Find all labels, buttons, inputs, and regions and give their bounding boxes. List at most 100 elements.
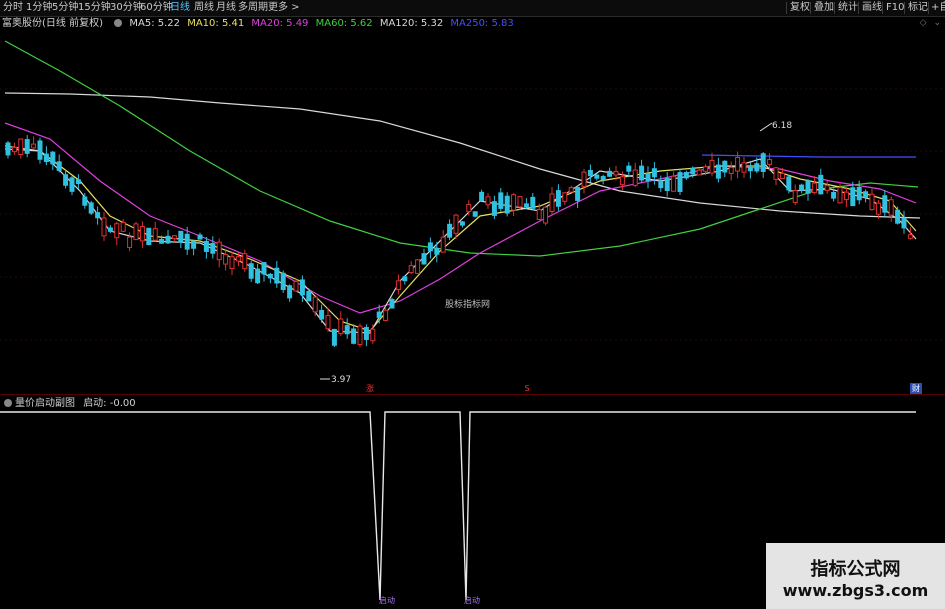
main-legend: 富奥股份(日线 前复权) MA5: 5.22 MA10: 5.41 MA20: … (0, 17, 518, 31)
candle-down (805, 180, 811, 194)
candle-down (69, 177, 75, 192)
collapse-icon[interactable]: ⌄ (933, 18, 941, 28)
candle-up (741, 162, 747, 173)
candle-down (587, 169, 593, 177)
candle-down (882, 195, 888, 213)
candle-down (43, 153, 49, 163)
diamond-icon[interactable]: ◇ (920, 18, 927, 28)
indicator-settings-icon[interactable] (4, 399, 12, 407)
candle-up (31, 143, 37, 149)
candle-up (811, 182, 817, 194)
candle-down (82, 196, 88, 206)
draw-line-button[interactable]: 画线 (862, 1, 882, 15)
tab-more[interactable]: 更多 > (268, 1, 300, 15)
period-toolbar: 分时 1分钟 5分钟 15分钟 30分钟 60分钟 日线 周线 月线 多周期 更… (0, 0, 945, 17)
candlestick-chart[interactable]: 6.18 3.97 (0, 31, 945, 394)
candle-down (267, 273, 273, 279)
candle-down (88, 202, 94, 214)
candle-down (363, 326, 369, 341)
candle-up (792, 190, 798, 203)
candle-up (581, 171, 587, 188)
candle-up (223, 253, 229, 265)
candle-down (24, 139, 30, 154)
overlay-button[interactable]: 叠加 (814, 1, 834, 15)
candle-down (901, 217, 907, 229)
candle-down (274, 267, 280, 284)
candle-up (562, 192, 568, 202)
candle-down (184, 233, 190, 250)
candle-up (18, 138, 24, 156)
s-badge[interactable]: S (521, 383, 533, 394)
rise-badge[interactable]: 涨 (364, 383, 376, 394)
tab-weekly[interactable]: 周线 (194, 1, 214, 15)
site-watermark: 指标公式网 www.zbgs3.com (766, 543, 945, 609)
tab-daily[interactable]: 日线 (170, 1, 190, 15)
candle-down (191, 240, 197, 249)
candle-down (351, 328, 357, 344)
candle-down (530, 196, 536, 209)
add-custom-button[interactable]: +自 (931, 1, 945, 15)
candle-up (613, 171, 619, 176)
low-label: 3.97 (331, 375, 351, 385)
mark-button[interactable]: 标记 (908, 1, 928, 15)
candle-down (280, 272, 286, 291)
candle-down (818, 174, 824, 195)
candle-down (754, 163, 760, 172)
candle-up (779, 172, 785, 180)
tab-60min[interactable]: 60分钟 (140, 1, 173, 15)
candle-down (594, 174, 600, 179)
tab-more-label: 更多 (268, 2, 288, 13)
candle-up (869, 193, 875, 211)
candle-down (479, 191, 485, 202)
divider (858, 2, 859, 14)
candle-up (312, 296, 318, 313)
tab-5min[interactable]: 5分钟 (52, 1, 78, 15)
candle-up (843, 191, 849, 201)
candle-down (75, 179, 81, 185)
stock-title: 富奥股份(日线 前复权) (2, 18, 103, 29)
candle-down (747, 167, 753, 172)
divider (928, 2, 929, 14)
candle-down (447, 223, 453, 238)
tab-fenshi[interactable]: 分时 (3, 1, 23, 15)
ma60-label: MA60: 5.62 (315, 18, 373, 29)
candle-up (357, 325, 363, 346)
candle-up (773, 167, 779, 180)
tab-multi-period[interactable]: 多周期 (238, 1, 268, 15)
ma20-label: MA20: 5.49 (251, 18, 309, 29)
candle-up (11, 146, 17, 153)
candle-down (626, 165, 632, 172)
settings-circle-icon[interactable] (114, 19, 123, 27)
candle-up (466, 203, 472, 213)
candle-up (127, 236, 133, 248)
candle-down (523, 203, 529, 208)
finance-badge[interactable]: 财 (910, 383, 922, 394)
candle-down (677, 172, 683, 192)
tab-15min[interactable]: 15分钟 (78, 1, 111, 15)
candle-down (491, 201, 497, 216)
divider (786, 2, 787, 14)
tab-monthly[interactable]: 月线 (216, 1, 236, 15)
chart-watermark-text: 股标指标网 (445, 300, 491, 310)
tab-30min[interactable]: 30分钟 (110, 1, 143, 15)
indicator-name: 量价启动副图 (15, 398, 75, 409)
candle-up (133, 223, 139, 241)
candle-up (383, 309, 389, 321)
candle-up (229, 256, 235, 269)
pane-divider[interactable] (0, 394, 945, 395)
candle-up (216, 241, 222, 261)
candle-down (498, 192, 504, 209)
candle-down (63, 174, 69, 186)
tab-1min[interactable]: 1分钟 (26, 1, 52, 15)
candle-up (619, 176, 625, 186)
candle-down (159, 238, 165, 244)
candle-down (299, 279, 305, 296)
f10-button[interactable]: F10 (886, 1, 904, 15)
fuquan-button[interactable]: 复权 (790, 1, 810, 15)
stats-button[interactable]: 统计 (838, 1, 858, 15)
candle-up (632, 169, 638, 186)
candle-up (139, 226, 145, 242)
candle-down (261, 262, 267, 275)
candle-up (293, 281, 299, 292)
candle-up (120, 222, 126, 232)
